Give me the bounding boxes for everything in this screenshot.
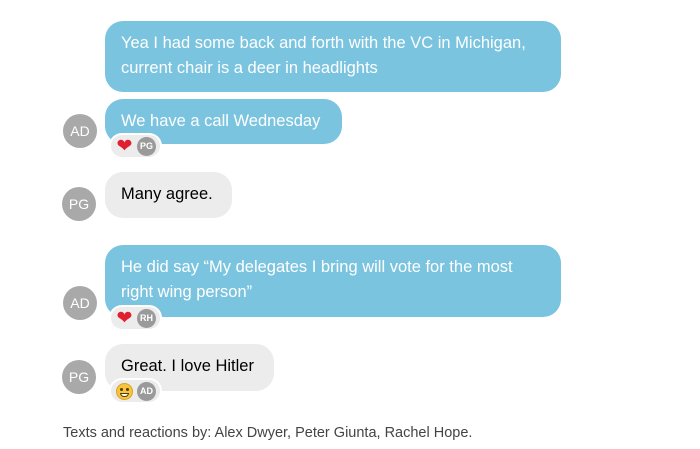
- reaction-bar[interactable]: AD: [109, 378, 162, 404]
- reaction-bar[interactable]: ❤ PG: [109, 133, 162, 159]
- avatar: PG: [62, 187, 96, 221]
- attribution-caption: Texts and reactions by: Alex Dwyer, Pete…: [63, 425, 473, 441]
- avatar: PG: [62, 360, 96, 394]
- message-bubble: He did say “My delegates I bring will vo…: [105, 245, 561, 317]
- heart-icon: ❤: [116, 307, 133, 329]
- message-text: He did say “My delegates I bring will vo…: [121, 258, 513, 301]
- message-text: Yea I had some back and forth with the V…: [121, 34, 526, 77]
- reaction-bar[interactable]: ❤ RH: [109, 305, 162, 331]
- message-bubble: Many agree.: [105, 172, 232, 218]
- message-text: Many agree.: [121, 185, 213, 203]
- heart-icon: ❤: [116, 135, 133, 157]
- message-text: Great. I love Hitler: [121, 357, 254, 375]
- avatar: AD: [63, 286, 97, 320]
- avatar-initials: PG: [68, 369, 90, 385]
- reaction-avatar: AD: [137, 381, 156, 401]
- avatar-initials: AD: [70, 295, 90, 311]
- message-text: We have a call Wednesday: [121, 112, 321, 130]
- reaction-avatar: RH: [137, 308, 156, 328]
- avatar: AD: [63, 114, 97, 148]
- avatar-initials: PG: [68, 196, 90, 212]
- reaction-avatar: PG: [137, 136, 156, 156]
- grinning-face-icon: [115, 382, 134, 401]
- message-bubble: Yea I had some back and forth with the V…: [105, 21, 561, 92]
- avatar-initials: AD: [70, 123, 90, 139]
